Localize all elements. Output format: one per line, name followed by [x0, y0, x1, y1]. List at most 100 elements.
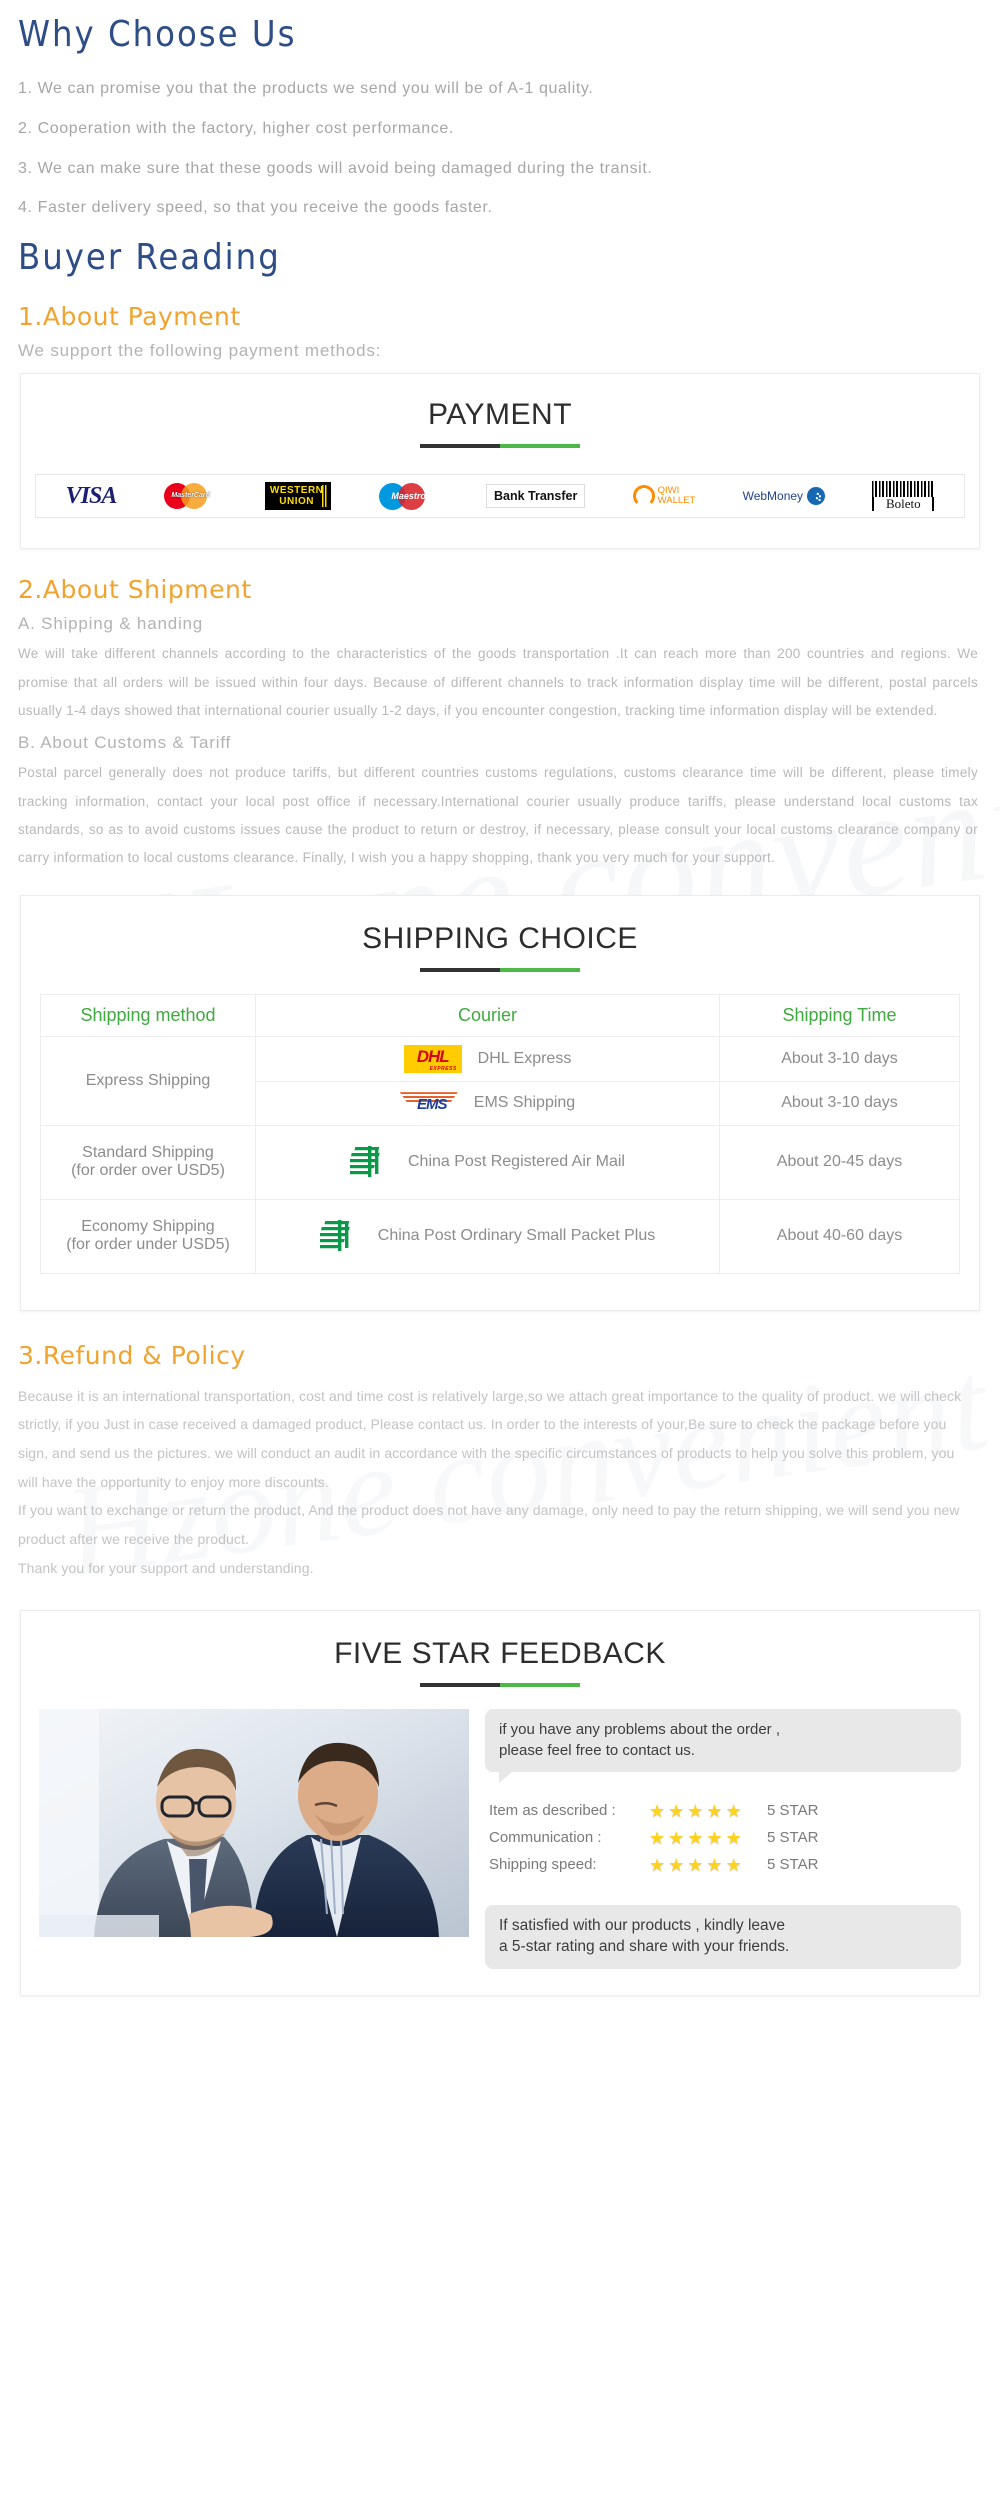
table-row: Express Shipping DHL EXPRESS DHL Express …: [40, 1035, 960, 1126]
customer-service-photo: [39, 1709, 469, 1938]
cell-time-ems: About 3-10 days: [719, 1080, 960, 1126]
payment-intro-text: We support the following payment methods…: [18, 341, 382, 361]
feedback-right-column: if you have any problems about the order…: [485, 1709, 961, 1969]
product-description-page: Hzone convenient life store Hzone conven…: [0, 0, 1000, 2512]
table-header-row: Shipping method Courier Shipping Time: [40, 993, 960, 1037]
star-icon: ★: [687, 1800, 705, 1821]
ems-logo: EMS: [399, 1090, 458, 1116]
why-choose-us-item-3: 3. We can make sure that these goods wil…: [18, 159, 653, 177]
rating-list: Item as described : ★ ★ ★ ★ ★ 5 STAR Communi…: [489, 1802, 961, 1883]
why-choose-us-item-1: 1. We can promise you that the products …: [18, 80, 594, 97]
method-line-1: Standard Shipping: [82, 1144, 214, 1162]
bubble-line-1: If satisfied with our products , kindly …: [499, 1916, 786, 1934]
why-choose-us-title: Why Choose Us: [18, 14, 297, 55]
shipping-title-rule: [420, 967, 580, 972]
feedback-panel-title: FIVE STAR FEEDBACK: [334, 1637, 666, 1671]
rating-row-item-as-described: Item as described : ★ ★ ★ ★ ★ 5 STAR: [489, 1802, 961, 1820]
five-star-request-bubble: If satisfied with our products , kindly …: [485, 1904, 961, 1969]
payment-panel-title: PAYMENT: [427, 398, 573, 432]
cell-method-express: Express Shipping: [40, 1035, 256, 1126]
why-choose-us-item-2: 2. Cooperation with the factory, higher …: [18, 119, 454, 137]
customs-tariff-subtitle: B. About Customs & Tariff: [18, 733, 232, 753]
cell-method-economy: Economy Shipping (for order under USD5): [40, 1198, 256, 1274]
bubble-line-1: if you have any problems about the order…: [499, 1721, 781, 1739]
table-row: Economy Shipping (for order under USD5): [40, 1198, 960, 1274]
about-payment-heading: 1.About Payment: [18, 302, 241, 332]
star-icon: ★: [668, 1800, 686, 1821]
bank-transfer-logo: Bank Transfer: [485, 484, 586, 509]
maestro-logo: Maestro: [378, 481, 439, 511]
rating-value: 5 STAR: [767, 1856, 819, 1874]
method-line-2: (for order over USD5): [71, 1162, 225, 1180]
header-shipping-time: Shipping Time: [719, 993, 960, 1037]
star-icon: ★: [687, 1854, 705, 1875]
cell-courier-china-post-ordinary: China Post Ordinary Small Packet Plus: [255, 1198, 720, 1274]
qiwi-wallet-logo: QIWI WALLET: [632, 485, 695, 508]
cell-time-dhl: About 3-10 days: [719, 1035, 960, 1082]
buyer-reading-title: Buyer Reading: [18, 237, 281, 279]
star-icon: ★: [706, 1800, 724, 1821]
dhl-logo: DHL EXPRESS: [403, 1044, 462, 1073]
cell-time-china-post-registered: About 20-45 days: [719, 1124, 960, 1200]
refund-paragraph-1: Because it is an international transport…: [18, 1387, 962, 1490]
star-icon: ★: [668, 1827, 686, 1848]
method-line-2: (for order under USD5): [66, 1236, 230, 1254]
star-rating-icons: ★ ★ ★ ★ ★: [649, 1856, 767, 1874]
courier-name: China Post Registered Air Mail: [408, 1153, 625, 1171]
refund-policy-heading: 3.Refund & Policy: [18, 1340, 246, 1370]
refund-paragraph-2: If you want to exchange or return the pr…: [18, 1502, 960, 1548]
western-union-logo: WESTERN UNION: [264, 482, 332, 511]
shipping-choice-panel: SHIPPING CHOICE Shipping method Courier …: [20, 894, 980, 1311]
rating-label: Item as described :: [489, 1802, 616, 1820]
shipping-choice-panel-title: SHIPPING CHOICE: [362, 921, 638, 955]
star-icon: ★: [649, 1854, 667, 1875]
customs-tariff-text: Postal parcel generally does not produce…: [18, 765, 978, 866]
rating-value: 5 STAR: [767, 1829, 819, 1847]
star-icon: ★: [706, 1854, 724, 1875]
rating-row-communication: Communication : ★ ★ ★ ★ ★ 5 STAR: [489, 1829, 961, 1847]
china-post-logo: [310, 1218, 362, 1254]
star-icon: ★: [706, 1827, 724, 1848]
bubble-line-2: please feel free to contact us.: [499, 1741, 695, 1759]
star-icon: ★: [668, 1854, 686, 1875]
feedback-title-rule: [420, 1683, 580, 1688]
rating-label: Shipping speed:: [489, 1856, 597, 1874]
rating-value: 5 STAR: [767, 1802, 819, 1820]
feedback-body: if you have any problems about the order…: [21, 1687, 979, 1994]
star-icon: ★: [725, 1854, 743, 1875]
cell-method-standard: Standard Shipping (for order over USD5): [40, 1124, 256, 1200]
courier-name: China Post Ordinary Small Packet Plus: [377, 1227, 656, 1245]
rating-row-shipping-speed: Shipping speed: ★ ★ ★ ★ ★ 5 STAR: [489, 1856, 961, 1874]
cell-courier-dhl: DHL EXPRESS DHL Express: [255, 1035, 720, 1082]
shipping-handling-subtitle: A. Shipping & handing: [18, 614, 204, 634]
bubble-line-2: a 5-star rating and share with your frie…: [499, 1937, 790, 1955]
shipping-choice-table: Shipping method Courier Shipping Time Ex…: [40, 993, 960, 1274]
payment-methods-strip: VISA MasterCard WESTERN UNION Maestro Ba…: [35, 474, 965, 519]
star-rating-icons: ★ ★ ★ ★ ★: [649, 1802, 767, 1820]
rating-label: Communication :: [489, 1829, 602, 1847]
about-shipment-heading: 2.About Shipment: [18, 575, 252, 605]
mastercard-logo: MasterCard: [163, 481, 218, 511]
header-courier: Courier: [255, 993, 720, 1037]
header-shipping-method: Shipping method: [40, 993, 256, 1037]
star-icon: ★: [725, 1827, 743, 1848]
shipping-handling-text: We will take different channels accordin…: [18, 646, 978, 718]
courier-name: EMS Shipping: [473, 1094, 576, 1112]
contact-us-bubble: if you have any problems about the order…: [485, 1709, 961, 1783]
courier-name: DHL Express: [477, 1049, 572, 1067]
boleto-logo: Boleto: [872, 481, 935, 512]
visa-logo: VISA: [65, 482, 118, 509]
why-choose-us-item-4: 4. Faster delivery speed, so that you re…: [18, 199, 493, 217]
cell-courier-china-post-registered: China Post Registered Air Mail: [255, 1124, 720, 1200]
feedback-panel: FIVE STAR FEEDBACK if you have any probl…: [20, 1610, 980, 1996]
method-line-1: Economy Shipping: [81, 1218, 215, 1236]
star-icon: ★: [687, 1827, 705, 1848]
cell-courier-ems: EMS EMS Shipping: [255, 1080, 720, 1126]
payment-title-rule: [420, 444, 580, 449]
webmoney-logo: WebMoney: [743, 487, 826, 506]
star-rating-icons: ★ ★ ★ ★ ★: [649, 1829, 767, 1847]
cell-time-china-post-ordinary: About 40-60 days: [719, 1198, 960, 1274]
china-post-logo: [340, 1144, 392, 1180]
star-icon: ★: [725, 1800, 743, 1821]
star-icon: ★: [649, 1827, 667, 1848]
